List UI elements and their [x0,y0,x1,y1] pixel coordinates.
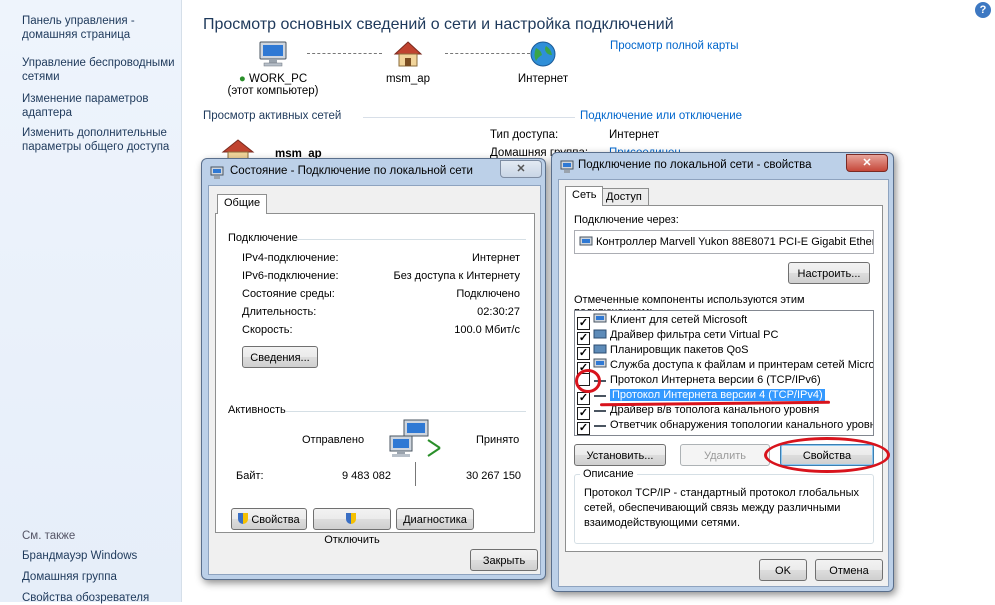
ipv4-value: Интернет [472,252,520,264]
internet-label: Интернет [517,73,569,85]
pc-subtitle: (этот компьютер) [227,85,319,97]
cancel-button[interactable]: Отмена [815,559,883,581]
nav-control-panel-home[interactable]: Панель управления - домашняя страница [22,14,177,42]
network-tab-panel: Подключение через: Контроллер Marvell Yu… [565,205,883,552]
nav-windows-firewall[interactable]: Брандмауэр Windows [22,549,177,563]
list-item[interactable]: ✓ Служба доступа к файлам и принтерам сет… [577,358,873,375]
protocol-icon [594,425,606,427]
received-label: Принято [476,434,520,446]
see-also-heading: См. также [22,530,76,542]
properties-dialog: Подключение по локальной сети - свойства… [551,152,894,592]
full-map-link[interactable]: Просмотр полной карты [610,40,739,52]
network-adapter-icon [560,160,574,173]
ok-button[interactable]: OK [759,559,807,581]
list-item[interactable]: ✓ Драйвер фильтра сети Virtual PC [577,328,778,345]
annotation-circle-properties-button [764,437,890,473]
details-button[interactable]: Сведения... [242,346,318,368]
computer-icon [259,41,287,67]
status-dialog-title: Состояние - Подключение по локальной сет… [230,165,473,177]
node-internet: Интернет [513,40,573,85]
file-sharing-icon [593,358,607,368]
properties-dialog-body: Сеть Доступ Подключение через: Контролле… [558,179,889,587]
tab-general[interactable]: Общие [217,194,268,214]
components-list: ✓ Клиент для сетей Microsoft ✓ Драйвер фил… [574,310,874,436]
tab-sharing[interactable]: Доступ [599,188,649,206]
access-type-label: Тип доступа: [490,129,559,141]
speed-label: Скорость: [242,324,293,336]
adapter-name: Контроллер Marvell Yukon 88E8071 PCI-E G… [596,236,874,248]
checkbox[interactable]: ✓ [577,422,590,435]
uac-shield-icon [238,513,249,524]
properties-dialog-title: Подключение по локальной сети - свойства [578,159,812,171]
configure-button[interactable]: Настроить... [788,262,870,284]
network-house-icon [221,139,255,160]
connection-divider [296,239,526,240]
network-adapter-icon [210,166,224,179]
bytes-divider [415,462,416,486]
section-divider [363,117,575,118]
list-item[interactable]: ✓ Ответчик обнаружения топологии канально… [577,418,873,435]
activity-computers-icon [389,419,441,457]
install-button[interactable]: Установить... [574,444,666,466]
scheduler-icon [593,344,607,354]
diagnostics-button[interactable]: Диагностика [396,508,474,530]
ipv4-label: IPv4-подключение: [242,252,339,264]
status-dialog-body: Общие Подключение IPv4-подключение: Инте… [208,185,541,575]
left-nav-pane: Панель управления - домашняя страница Уп… [0,0,182,605]
router-name: msm_ap [385,73,431,85]
activity-divider [286,411,526,412]
list-item[interactable]: ✓ Клиент для сетей Microsoft [577,313,747,330]
connect-disconnect-link[interactable]: Подключение или отключение [580,110,742,122]
list-item[interactable]: Протокол Интернета версии 6 (TCP/IPv6) [577,373,821,388]
properties-close-icon[interactable]: ✕ [846,154,888,172]
nav-change-adapter-settings[interactable]: Изменение параметров адаптера [22,92,177,120]
sent-label: Отправлено [302,434,365,446]
adapter-icon [579,236,593,246]
help-icon[interactable]: ? [975,2,991,18]
access-type-value: Интернет [609,129,660,141]
status-properties-button[interactable]: Свойства [231,508,307,530]
nav-manage-wireless[interactable]: Управление беспроводными сетями [22,56,177,84]
node-this-computer: ● WORK_PC (этот компьютер) [218,40,328,97]
bytes-label: Байт: [236,470,264,482]
tab-network[interactable]: Сеть [565,186,604,206]
status-close-icon[interactable]: ✕ [500,160,542,178]
link-line-pc-router [307,53,382,54]
uac-shield-icon [345,513,356,524]
adapter-field: Контроллер Marvell Yukon 88E8071 PCI-E G… [574,230,874,254]
media-state-value: Подключено [456,288,520,300]
duration-value: 02:30:27 [477,306,520,318]
home-network-icon [393,41,423,67]
annotation-circle-ipv6-checkbox [575,369,601,393]
connect-using-label: Подключение через: [574,214,679,226]
connection-heading: Подключение [228,232,298,244]
disable-button[interactable]: Отключить [313,508,391,546]
duration-label: Длительность: [242,306,317,318]
nav-advanced-sharing[interactable]: Изменить дополнительные параметры общего… [22,126,177,154]
description-heading: Описание [580,468,637,480]
globe-icon [530,41,556,67]
status-dialog: Состояние - Подключение по локальной сет… [201,158,546,580]
activity-heading: Активность [228,404,286,416]
ipv6-value: Без доступа к Интернету [393,270,520,282]
description-text: Протокол TCP/IP - стандартный протокол г… [584,487,859,529]
bytes-received-value: 30 267 150 [466,470,522,482]
ipv6-label: IPv6-подключение: [242,270,339,282]
pc-name: WORK_PC [249,73,308,85]
close-button[interactable]: Закрыть [470,549,538,571]
bytes-sent-value: 9 483 082 [342,470,391,482]
media-state-label: Состояние среды: [242,288,335,300]
speed-value: 100.0 Мбит/с [454,324,520,336]
page-title: Просмотр основных сведений о сети и наст… [203,16,674,33]
node-router: msm_ap [378,40,438,85]
nav-internet-options[interactable]: Свойства обозревателя [22,591,177,605]
list-item[interactable]: ✓ Планировщик пакетов QoS [577,343,749,360]
active-networks-label: Просмотр активных сетей [203,110,342,122]
driver-icon [593,329,607,339]
uninstall-button[interactable]: Удалить [680,444,770,466]
client-icon [593,313,607,323]
nav-homegroup[interactable]: Домашняя группа [22,570,177,584]
general-tab-panel: Подключение IPv4-подключение: Интернет I… [215,213,535,533]
